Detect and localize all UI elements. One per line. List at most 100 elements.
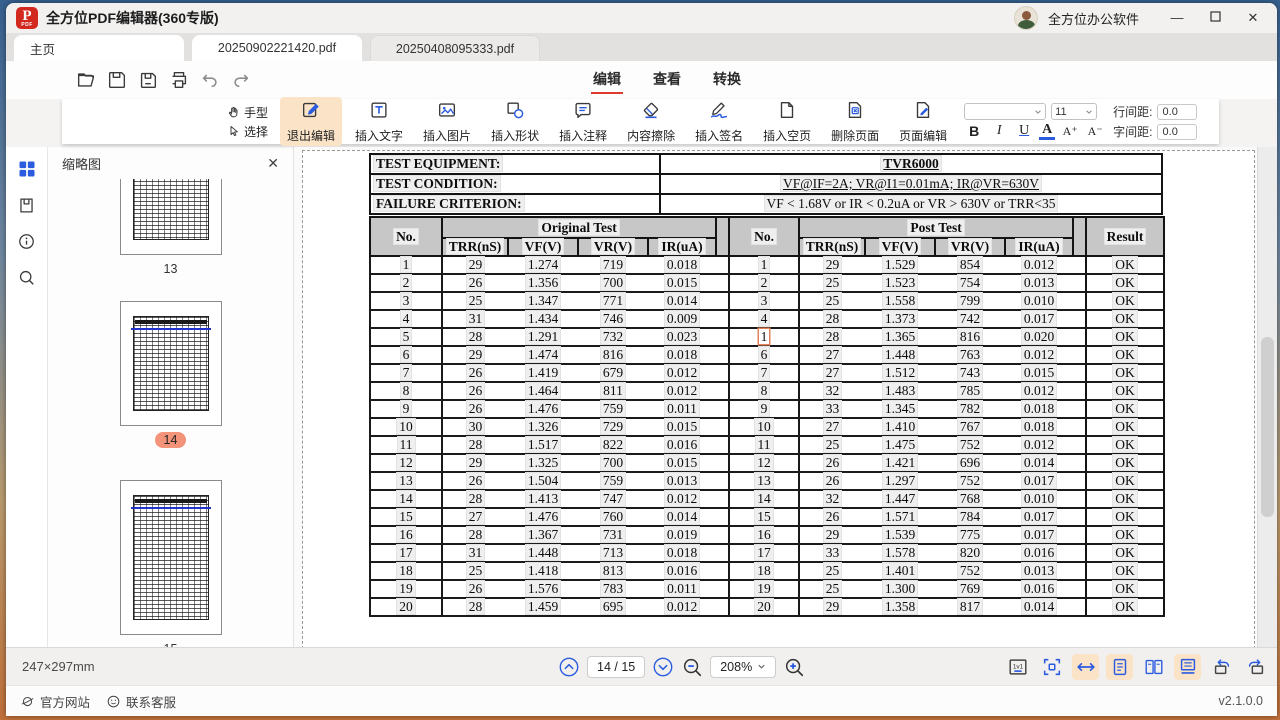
maximize-button[interactable] bbox=[1201, 4, 1229, 32]
table-row: 4311.4347460.0094281.3737420.017OK bbox=[370, 310, 1164, 328]
decrease-font-button[interactable]: A⁻ bbox=[1085, 122, 1105, 140]
open-file-icon[interactable] bbox=[74, 68, 98, 92]
redo-icon[interactable] bbox=[229, 68, 253, 92]
tab-document-1[interactable]: 20250902221420.pdf bbox=[192, 35, 362, 61]
table-row: 2261.3567000.0152251.5237540.013OK bbox=[370, 274, 1164, 292]
select-tool[interactable]: 选择 bbox=[226, 123, 268, 140]
print-icon[interactable] bbox=[167, 68, 191, 92]
rotate-right-icon[interactable] bbox=[1242, 654, 1269, 680]
tool-erase[interactable]: 内容擦除 bbox=[620, 97, 682, 146]
cursor-icon bbox=[226, 124, 241, 139]
menu-1[interactable]: 查看 bbox=[651, 66, 683, 94]
table-row: 14281.4137470.01214321.4477680.010OK bbox=[370, 490, 1164, 508]
line-spacing-input[interactable] bbox=[1157, 104, 1197, 120]
thumbnails-grid-icon[interactable] bbox=[17, 159, 37, 179]
erase-icon bbox=[640, 99, 662, 126]
account-label[interactable]: 全方位办公软件 bbox=[1048, 9, 1139, 28]
font-family-select[interactable] bbox=[964, 103, 1046, 120]
font-size-select[interactable]: 11 bbox=[1051, 103, 1097, 120]
minimize-button[interactable]: — bbox=[1163, 4, 1191, 32]
close-button[interactable]: ✕ bbox=[1239, 4, 1267, 32]
tab-home[interactable]: 主页 bbox=[14, 35, 184, 61]
char-spacing-label: 字间距: bbox=[1113, 123, 1152, 140]
tool-blank-page[interactable]: 插入空页 bbox=[756, 97, 818, 146]
table-row: 18251.4188130.01618251.4017520.013OK bbox=[370, 562, 1164, 580]
table-row: 15271.4767600.01415261.5717840.017OK bbox=[370, 508, 1164, 526]
font-color-button[interactable]: A bbox=[1039, 123, 1055, 140]
table-row: 9261.4767590.0119331.3457820.018OK bbox=[370, 400, 1164, 418]
table-row: 16281.3677310.01916291.5397750.017OK bbox=[370, 526, 1164, 544]
table-row: 12291.3257000.01512261.4216960.014OK bbox=[370, 454, 1164, 472]
globe-icon bbox=[20, 694, 35, 709]
thumbnail-page-14[interactable]: 14 bbox=[120, 301, 222, 448]
user-avatar[interactable] bbox=[1014, 6, 1038, 30]
undo-icon[interactable] bbox=[198, 68, 222, 92]
customer-service-link[interactable]: 联系客服 bbox=[106, 692, 176, 711]
page-dimensions: 247×297mm bbox=[22, 659, 95, 674]
document-view: TEST EQUIPMENT: TVR6000TEST CONDITION: V… bbox=[294, 147, 1277, 647]
info-row-2: FAILURE CRITERION: VF < 1.68V or IR < 0.… bbox=[370, 194, 1162, 214]
info-icon[interactable] bbox=[17, 232, 36, 251]
menu-2[interactable]: 转换 bbox=[711, 66, 743, 94]
tool-insert-text[interactable]: 插入文字 bbox=[348, 97, 410, 146]
tab-document-2[interactable]: 20250408095333.pdf bbox=[370, 35, 540, 61]
bookmark-icon[interactable] bbox=[17, 196, 36, 215]
hand-icon bbox=[226, 105, 241, 120]
info-row-0: TEST EQUIPMENT: TVR6000 bbox=[370, 154, 1162, 174]
rotate-left-icon[interactable] bbox=[1208, 654, 1235, 680]
previous-page-button[interactable] bbox=[558, 656, 580, 678]
close-panel-icon[interactable]: ✕ bbox=[267, 155, 279, 172]
pdf-page[interactable]: TEST EQUIPMENT: TVR6000TEST CONDITION: V… bbox=[302, 150, 1255, 649]
table-row: 11281.5178220.01611251.4757520.012OK bbox=[370, 436, 1164, 454]
page-indicator[interactable]: 14 / 15 bbox=[587, 656, 645, 678]
zoom-out-button[interactable] bbox=[681, 656, 703, 678]
hand-tool[interactable]: 手型 bbox=[226, 104, 268, 121]
italic-button[interactable]: I bbox=[989, 122, 1009, 140]
bold-button[interactable]: B bbox=[964, 122, 984, 140]
tool-page-edit[interactable]: 页面编辑 bbox=[892, 97, 954, 146]
thumbnail-page-13[interactable]: 13 bbox=[120, 179, 222, 277]
increase-font-button[interactable]: A⁺ bbox=[1060, 122, 1080, 140]
menu-0[interactable]: 编辑 bbox=[591, 66, 623, 94]
char-spacing-input[interactable] bbox=[1157, 124, 1197, 140]
underline-button[interactable]: U bbox=[1014, 122, 1034, 140]
tool-exit-edit[interactable]: 退出编辑 bbox=[280, 97, 342, 146]
test-info-table: TEST EQUIPMENT: TVR6000TEST CONDITION: V… bbox=[369, 153, 1163, 215]
tool-signature[interactable]: 插入签名 bbox=[688, 97, 750, 146]
col-header-original-test: Original Test bbox=[442, 217, 716, 238]
thumbnail-page-15[interactable]: 15 bbox=[120, 480, 222, 647]
app-logo-icon: P PDF bbox=[16, 7, 38, 29]
chevron-down-icon bbox=[757, 662, 766, 671]
tool-insert-comment[interactable]: 插入注释 bbox=[552, 97, 614, 146]
two-page-icon[interactable] bbox=[1140, 654, 1167, 680]
tool-delete-page[interactable]: 删除页面 bbox=[824, 97, 886, 146]
table-row: 6291.4748160.0186271.4487630.012OK bbox=[370, 346, 1164, 364]
sub-header: IR(uA) bbox=[648, 238, 716, 256]
titlebar: P PDF 全方位PDF编辑器(360专版) 全方位办公软件 — ✕ bbox=[6, 3, 1277, 33]
vertical-scrollbar[interactable] bbox=[1257, 147, 1277, 647]
single-page-icon[interactable] bbox=[1106, 654, 1133, 680]
table-row: 1291.2747190.0181291.5298540.012OK bbox=[370, 256, 1164, 274]
app-window: P PDF 全方位PDF编辑器(360专版) 全方位办公软件 — ✕ 主页 202… bbox=[6, 3, 1277, 716]
sub-header: VF(V) bbox=[508, 238, 578, 256]
save-as-icon[interactable] bbox=[136, 68, 160, 92]
tool-insert-image[interactable]: 插入图片 bbox=[416, 97, 478, 146]
table-row: 7261.4196790.0127271.5127430.015OK bbox=[370, 364, 1164, 382]
exit-edit-icon bbox=[300, 99, 322, 126]
zoom-in-button[interactable] bbox=[783, 656, 805, 678]
table-row: 8261.4648110.0128321.4837850.012OK bbox=[370, 382, 1164, 400]
col-header-no: No. bbox=[370, 217, 442, 256]
zoom-level-select[interactable]: 208% bbox=[710, 656, 776, 678]
continuous-scroll-icon[interactable] bbox=[1174, 654, 1201, 680]
official-website-link[interactable]: 官方网站 bbox=[20, 692, 90, 711]
actual-size-icon[interactable]: 1v1 bbox=[1004, 654, 1031, 680]
sub-header: VR(V) bbox=[578, 238, 648, 256]
fit-page-icon[interactable] bbox=[1038, 654, 1065, 680]
insert-comment-icon bbox=[572, 99, 594, 126]
next-page-button[interactable] bbox=[652, 656, 674, 678]
fit-width-icon[interactable] bbox=[1072, 654, 1099, 680]
col-header-result: Result bbox=[1086, 217, 1164, 256]
search-icon[interactable] bbox=[17, 268, 36, 287]
tool-insert-shape[interactable]: 插入形状 bbox=[484, 97, 546, 146]
save-icon[interactable] bbox=[105, 68, 129, 92]
